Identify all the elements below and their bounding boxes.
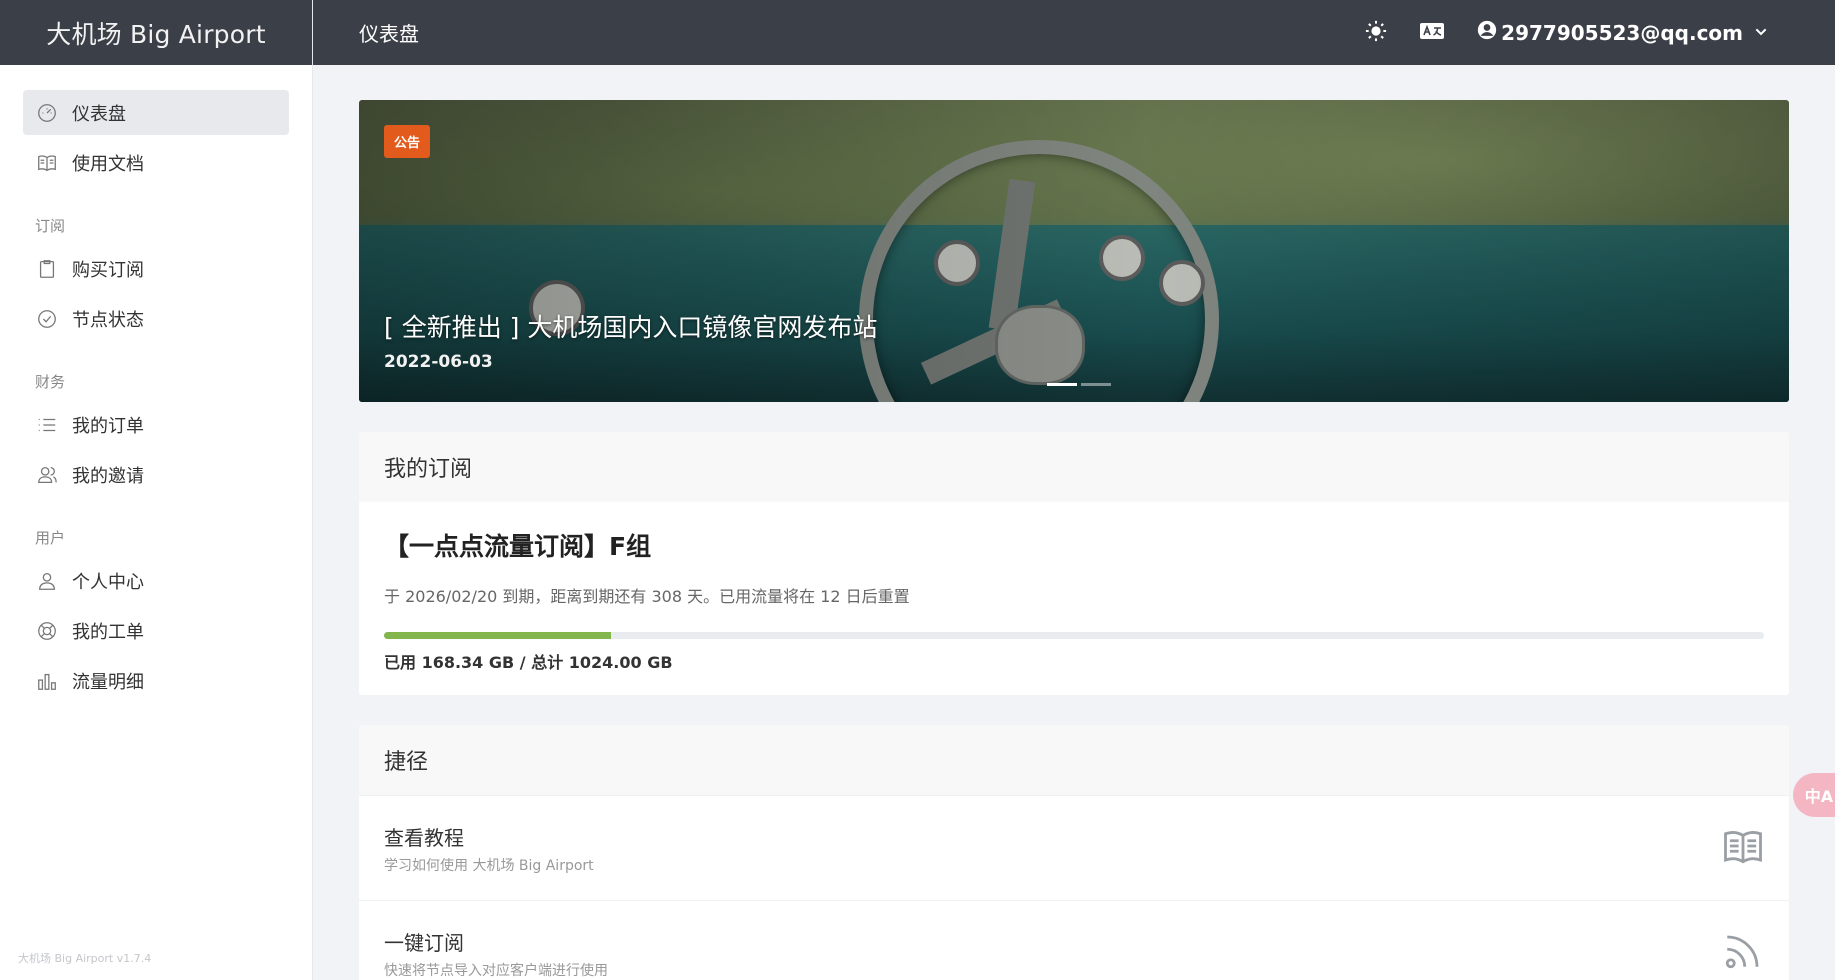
sidebar-item-label: 我的订单 [72,415,144,437]
top-bar: 仪表盘 2977905523@qq.com [313,0,1835,65]
sidebar-item-node-status[interactable]: 节点状态 [23,296,289,341]
user-icon [36,570,58,592]
sidebar-section-heading: 用户 [35,529,66,547]
shortcut-description: 学习如何使用 大机场 Big Airport [384,857,594,874]
announcement-date: 2022-06-03 [384,352,493,372]
main-content: 公告 [ 全新推出 ] 大机场国内入口镜像官网发布站 2022-06-03 我的… [359,100,1789,980]
translate-icon [1419,20,1445,46]
sidebar-item-orders[interactable]: 我的订单 [23,402,289,447]
announcement-title[interactable]: [ 全新推出 ] 大机场国内入口镜像官网发布站 [384,308,877,344]
chevron-down-icon [1753,21,1773,45]
subscription-card: 我的订阅 【一点点流量订阅】F组 于 2026/02/20 到期，距离到期还有 … [359,432,1789,695]
banner-image-shade [359,100,1789,402]
sun-icon [1365,20,1387,46]
carousel-indicators [1047,383,1115,386]
subscription-card-body: 【一点点流量订阅】F组 于 2026/02/20 到期，距离到期还有 308 天… [359,502,1789,695]
lifebuoy-icon [36,620,58,642]
sidebar-item-label: 使用文档 [72,153,144,175]
sidebar-section-heading: 财务 [35,373,66,391]
plan-expiry-text: 于 2026/02/20 到期，距离到期还有 308 天。已用流量将在 12 日… [384,587,910,606]
list-icon [36,414,58,436]
user-menu[interactable]: 2977905523@qq.com [1477,20,1773,45]
sidebar-item-label: 个人中心 [72,571,144,593]
sidebar-item-dashboard[interactable]: 仪表盘 [23,90,289,135]
traffic-usage-text: 已用 168.34 GB / 总计 1024.00 GB [384,653,673,672]
shortcut-one-click-subscribe[interactable]: 一键订阅 快速将节点导入对应客户端进行使用 [359,900,1789,980]
book-icon [1722,825,1764,871]
sidebar-item-profile[interactable]: 个人中心 [23,558,289,603]
carousel-dot[interactable] [1047,383,1077,386]
shortcut-title: 查看教程 [384,825,464,850]
subscription-card-title: 我的订阅 [359,432,1789,502]
sidebar-item-label: 节点状态 [72,309,144,331]
sidebar-item-label: 我的工单 [72,621,144,643]
user-email: 2977905523@qq.com [1501,20,1743,45]
sidebar-item-invites[interactable]: 我的邀请 [23,452,289,497]
translate-icon: 中A [1804,787,1834,806]
top-bar-actions: 2977905523@qq.com [1333,20,1773,46]
clipboard-icon [36,258,58,280]
sidebar: 大机场 Big Airport 仪表盘 使用文档 订阅 购买订阅 节点状态 财务… [0,0,313,980]
sidebar-item-label: 购买订阅 [72,259,144,281]
traffic-progress-bar [384,632,1764,639]
sidebar-item-docs[interactable]: 使用文档 [23,140,289,185]
shortcut-view-tutorial[interactable]: 查看教程 学习如何使用 大机场 Big Airport [359,795,1789,900]
dashboard-icon [36,102,58,124]
shortcut-title: 一键订阅 [384,930,464,955]
sidebar-item-label: 流量明细 [72,671,144,693]
shortcuts-card-title: 捷径 [359,725,1789,795]
theme-toggle-button[interactable] [1365,20,1387,46]
traffic-progress-fill [384,632,611,639]
shortcuts-card: 捷径 查看教程 学习如何使用 大机场 Big Airport 一键订阅 快速将节… [359,725,1789,980]
users-icon [36,464,58,486]
app-version: 大机场 Big Airport v1.7.4 [18,952,152,965]
sidebar-item-traffic[interactable]: 流量明细 [23,658,289,703]
sidebar-section-heading: 订阅 [35,217,66,235]
announcement-carousel[interactable]: 公告 [ 全新推出 ] 大机场国内入口镜像官网发布站 2022-06-03 [359,100,1789,402]
sidebar-item-label: 仪表盘 [72,103,126,125]
sidebar-nav: 仪表盘 使用文档 订阅 购买订阅 节点状态 财务 我的订单 我的邀请 用户 个人… [0,65,312,703]
announcement-badge: 公告 [384,125,431,158]
shortcut-text: 一键订阅 快速将节点导入对应客户端进行使用 [384,927,1722,980]
check-circle-icon [36,308,58,330]
user-circle-icon [1477,20,1501,45]
page-title: 仪表盘 [359,22,419,46]
shortcut-text: 查看教程 学习如何使用 大机场 Big Airport [384,822,1722,875]
brand-logo[interactable]: 大机场 Big Airport [0,0,312,65]
rss-icon [1722,930,1764,976]
translate-float-button[interactable]: 中A [1793,773,1835,817]
sidebar-item-tickets[interactable]: 我的工单 [23,608,289,653]
shortcut-description: 快速将节点导入对应客户端进行使用 [384,962,608,979]
book-icon [36,152,58,174]
bar-chart-icon [36,670,58,692]
carousel-dot[interactable] [1081,383,1111,386]
sidebar-item-buy-subscription[interactable]: 购买订阅 [23,246,289,291]
language-button[interactable] [1419,20,1445,46]
plan-name: 【一点点流量订阅】F组 [384,532,652,561]
sidebar-item-label: 我的邀请 [72,465,144,487]
